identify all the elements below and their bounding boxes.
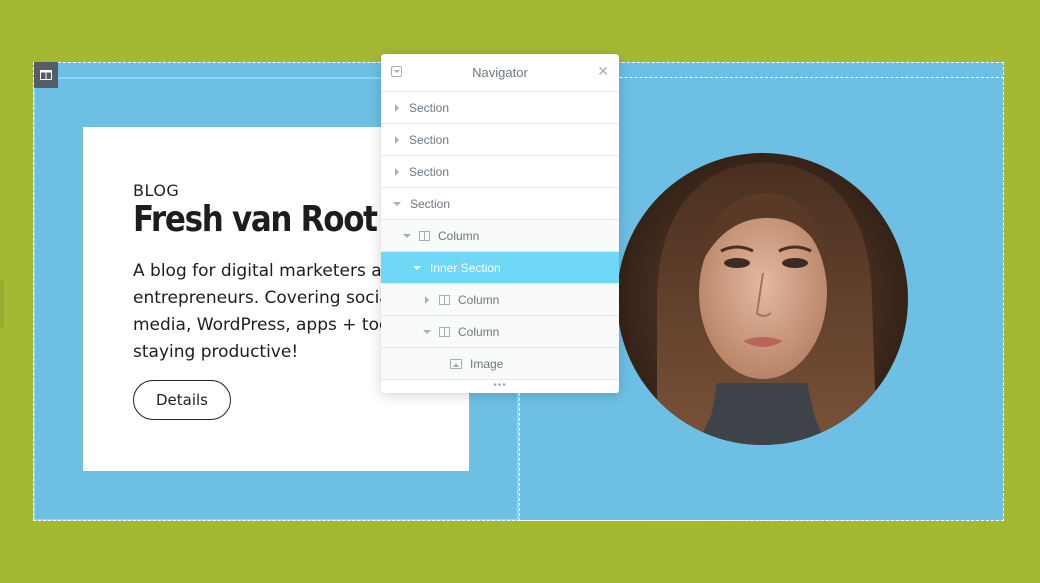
nav-item-label: Image (470, 356, 504, 371)
nav-item-section-2[interactable]: Section (381, 124, 619, 156)
column-icon (419, 230, 430, 241)
nav-item-label: Inner Section (430, 260, 501, 275)
nav-item-image[interactable]: Image (381, 348, 619, 380)
portrait-illustration (617, 153, 908, 445)
collapse-icon[interactable] (391, 66, 402, 77)
caret-right-icon[interactable] (425, 295, 429, 304)
nav-item-label: Column (458, 324, 500, 339)
section-edit-handle[interactable] (34, 62, 58, 88)
caret-right-icon[interactable] (395, 103, 399, 112)
caret-down-icon[interactable] (403, 233, 411, 238)
nav-item-label: Section (409, 164, 450, 179)
navigator-title: Navigator (472, 65, 528, 80)
nav-item-label: Section (410, 196, 451, 211)
column-icon (439, 326, 450, 337)
close-icon[interactable]: ✕ (597, 64, 609, 78)
navigator-panel[interactable]: Navigator ✕ Section Section Section Sect… (381, 54, 619, 393)
image-icon (450, 358, 462, 369)
details-button[interactable]: Details (133, 380, 231, 420)
nav-item-label: Section (409, 100, 450, 115)
more-dots-icon[interactable]: ••• (381, 380, 619, 392)
navigator-header[interactable]: Navigator ✕ (381, 54, 619, 92)
caret-down-icon[interactable] (413, 265, 421, 270)
nav-item-inner-section[interactable]: Inner Section (381, 252, 619, 284)
nav-item-section-3[interactable]: Section (381, 156, 619, 188)
nav-item-section-1[interactable]: Section (381, 92, 619, 124)
nav-item-section-4[interactable]: Section (381, 188, 619, 220)
nav-item-label: Section (409, 132, 450, 147)
column-icon (439, 294, 450, 305)
caret-right-icon[interactable] (395, 167, 399, 176)
portrait-image[interactable] (617, 153, 908, 445)
caret-down-icon[interactable] (393, 201, 401, 206)
panel-toggle-tab[interactable] (0, 280, 4, 328)
card-title: Fresh van Root (133, 199, 378, 240)
nav-item-inner-column-2[interactable]: Column (381, 316, 619, 348)
caret-down-icon[interactable] (423, 329, 431, 334)
column-layout-icon (40, 70, 52, 80)
card-kicker: BLOG (133, 181, 180, 200)
nav-item-inner-column-1[interactable]: Column (381, 284, 619, 316)
nav-item-label: Column (438, 228, 480, 243)
nav-item-label: Column (458, 292, 500, 307)
caret-right-icon[interactable] (395, 135, 399, 144)
nav-item-column[interactable]: Column (381, 220, 619, 252)
